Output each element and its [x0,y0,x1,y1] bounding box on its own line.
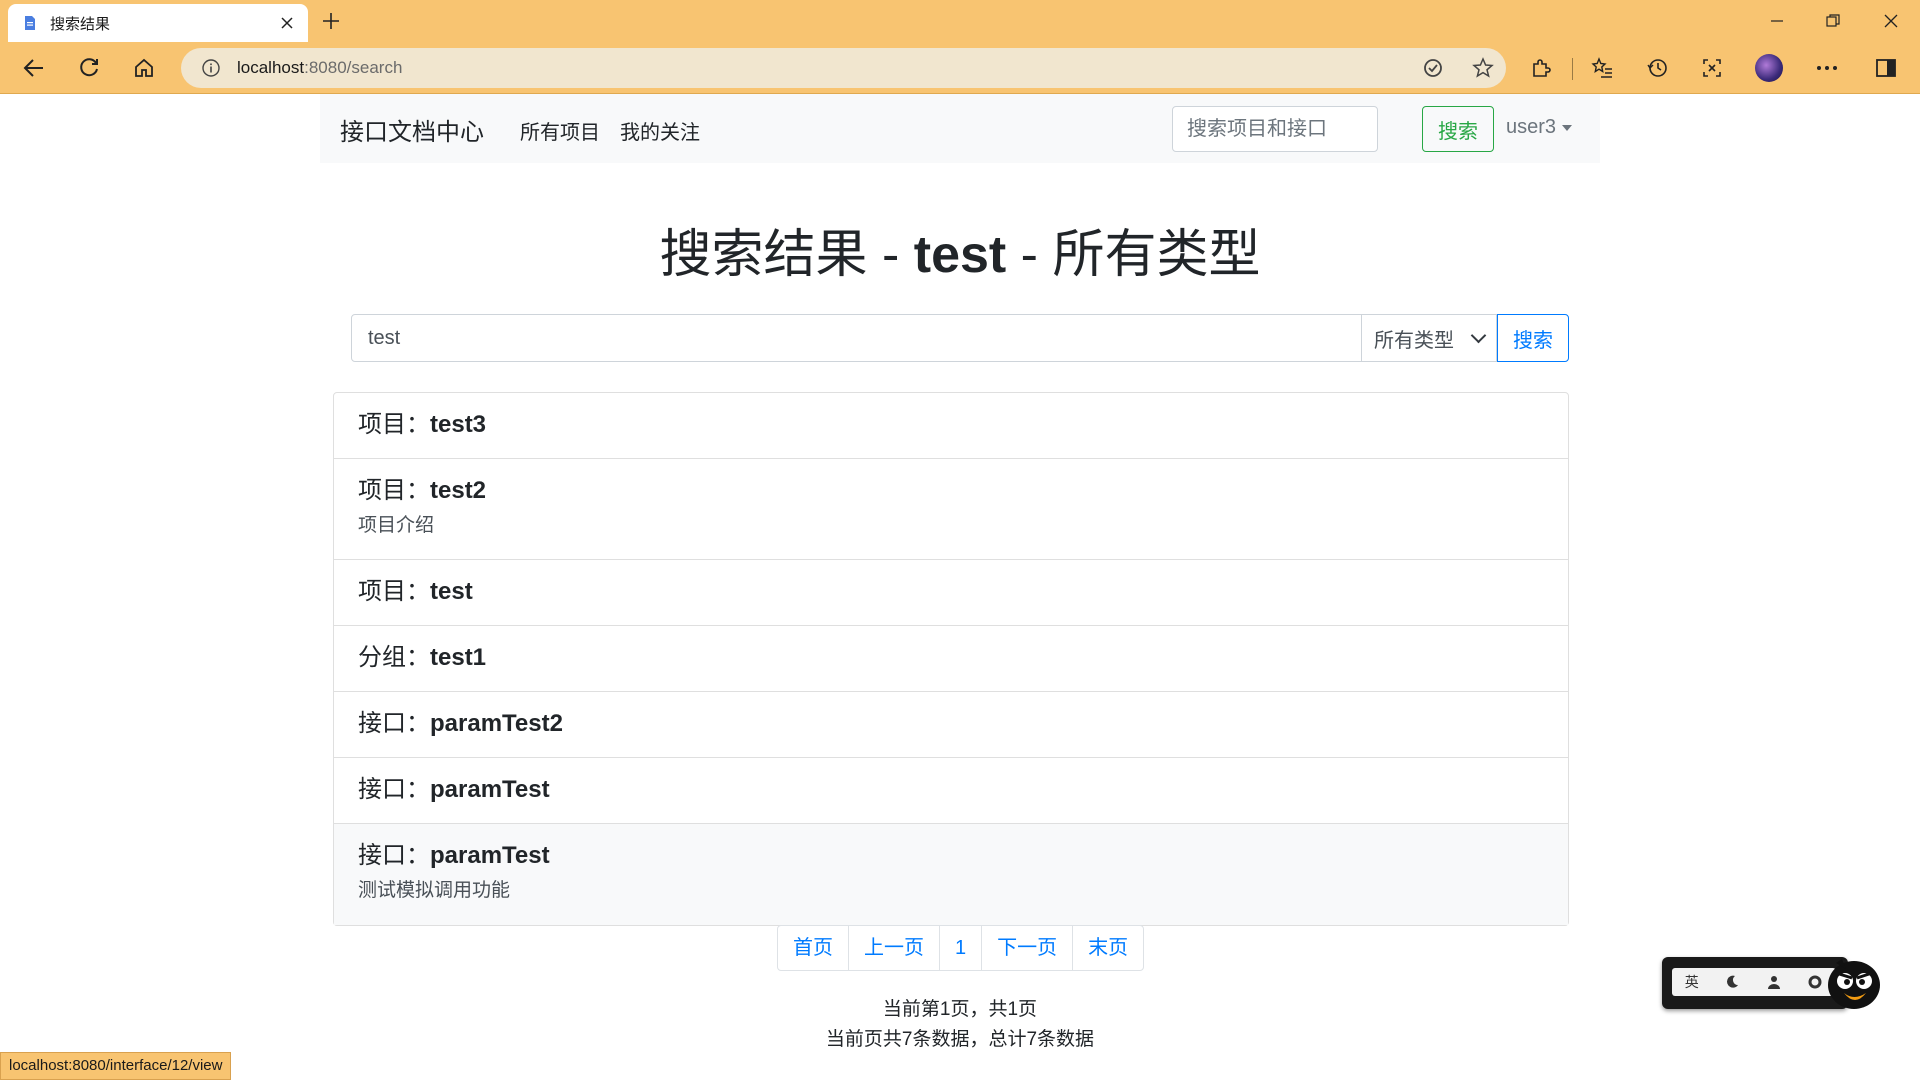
prev-page-link[interactable]: 上一页 [849,926,940,970]
moon-icon[interactable] [1724,974,1740,990]
home-icon[interactable] [128,52,160,84]
site-info-icon[interactable] [201,58,221,78]
extensions-puzzle-icon[interactable] [1525,52,1557,84]
new-tab-button[interactable] [318,8,344,34]
user-dropdown[interactable]: user3 [1506,116,1573,139]
list-item[interactable]: 项目：test2 项目介绍 [334,459,1568,560]
close-tab-icon[interactable] [276,12,298,34]
title-keyword: test [913,226,1007,284]
browser-titlebar: 搜索结果 [0,0,1920,42]
list-item[interactable]: 项目：test3 [334,393,1568,459]
result-name: paramTest [430,776,550,803]
result-kind: 接口： [358,842,430,869]
page-number-link[interactable]: 1 [940,926,983,970]
navbar-search-button[interactable]: 搜索 [1422,106,1494,152]
favorites-list-icon[interactable] [1586,52,1618,84]
favorite-star-icon[interactable] [1467,52,1499,84]
user-icon[interactable] [1766,974,1782,990]
document-icon [25,16,35,30]
toolbar-divider [1572,58,1573,80]
read-aloud-icon[interactable] [1417,52,1449,84]
record-count-info: 当前页共7条数据，总计7条数据 [825,1029,1095,1050]
search-form: 所有类型 搜索 [351,314,1569,362]
history-icon[interactable] [1641,52,1673,84]
type-select-value: 所有类型 [1374,329,1454,352]
profile-avatar[interactable] [1753,52,1785,84]
list-item[interactable]: 接口：paramTest [334,758,1568,824]
page-content: 接口文档中心 所有项目 我的关注 搜索 user3 搜索结果 - test - … [0,94,1920,1080]
result-name: test2 [430,477,487,504]
title-prefix: 搜索结果 - [659,226,914,284]
result-description: 项目介绍 [358,515,435,536]
ime-toolbar-widget[interactable]: 英 [1662,955,1886,1013]
result-kind: 接口： [358,710,430,737]
url-path: :8080/search [304,58,403,77]
list-item[interactable]: 接口：paramTest2 [334,692,1568,758]
list-item[interactable]: 接口：paramTest 测试模拟调用功能 [334,824,1568,925]
nav-all-projects[interactable]: 所有项目 [520,116,600,145]
sidebar-toggle-icon[interactable] [1870,52,1902,84]
navbar-search-input[interactable] [1172,106,1378,152]
url-host: localhost [237,58,305,77]
site-brand[interactable]: 接口文档中心 [340,112,484,147]
screenshot-icon[interactable] [1696,52,1728,84]
result-kind: 项目： [358,477,430,504]
status-bar-url: localhost:8080/interface/12/view [0,1052,232,1080]
back-arrow-icon[interactable] [18,52,50,84]
title-suffix: - 所有类型 [1006,226,1261,284]
minimize-window-button[interactable] [1762,8,1792,34]
pagination: 首页 上一页 1 下一页 末页 [777,925,1145,971]
ime-toolbar-buttons: 英 [1672,968,1836,996]
address-url[interactable]: localhost:8080/search [237,58,402,78]
next-page-link[interactable]: 下一页 [982,926,1074,970]
refresh-icon[interactable] [73,52,105,84]
result-kind: 项目： [358,411,430,438]
page-title: 搜索结果 - test - 所有类型 [0,212,1920,287]
result-name: test1 [430,644,487,671]
site-navbar: 接口文档中心 所有项目 我的关注 搜索 user3 [320,94,1600,163]
result-name: paramTest2 [430,710,563,737]
restore-window-button[interactable] [1818,8,1848,34]
list-item[interactable]: 分组：test1 [334,626,1568,692]
ime-language-label[interactable]: 英 [1685,972,1699,992]
result-description: 测试模拟调用功能 [358,880,511,901]
result-kind: 接口： [358,776,430,803]
result-kind: 分组： [358,644,430,671]
browser-toolbar: localhost:8080/search [0,42,1920,94]
chevron-down-icon [1470,327,1487,344]
first-page-link[interactable]: 首页 [778,926,849,970]
result-name: paramTest [430,842,550,869]
search-button[interactable]: 搜索 [1497,314,1569,362]
user-name: user3 [1506,116,1557,138]
close-window-button[interactable] [1876,8,1906,34]
avatar [1755,54,1783,82]
type-select[interactable]: 所有类型 [1361,314,1497,362]
tab-title: 搜索结果 [50,15,111,33]
caret-down-icon [1562,124,1573,131]
nav-my-follows[interactable]: 我的关注 [620,116,700,145]
result-kind: 项目： [358,578,430,605]
search-query-input[interactable] [351,314,1362,362]
last-page-link[interactable]: 末页 [1073,926,1143,970]
ime-toolbar: 英 [1662,957,1848,1009]
penguin-mascot-icon [1828,959,1880,1009]
list-item[interactable]: 项目：test [334,560,1568,626]
page-info-line: 当前第1页，共1页 [882,999,1038,1020]
results-list: 项目：test3 项目：test2 项目介绍 项目：test 分组：test1 … [333,392,1569,926]
browser-tab[interactable]: 搜索结果 [8,4,308,42]
address-bar[interactable]: localhost:8080/search [181,48,1506,88]
gear-icon[interactable] [1807,974,1823,990]
more-options-icon[interactable] [1811,52,1843,84]
result-name: test3 [430,411,487,438]
result-name: test [430,578,473,605]
